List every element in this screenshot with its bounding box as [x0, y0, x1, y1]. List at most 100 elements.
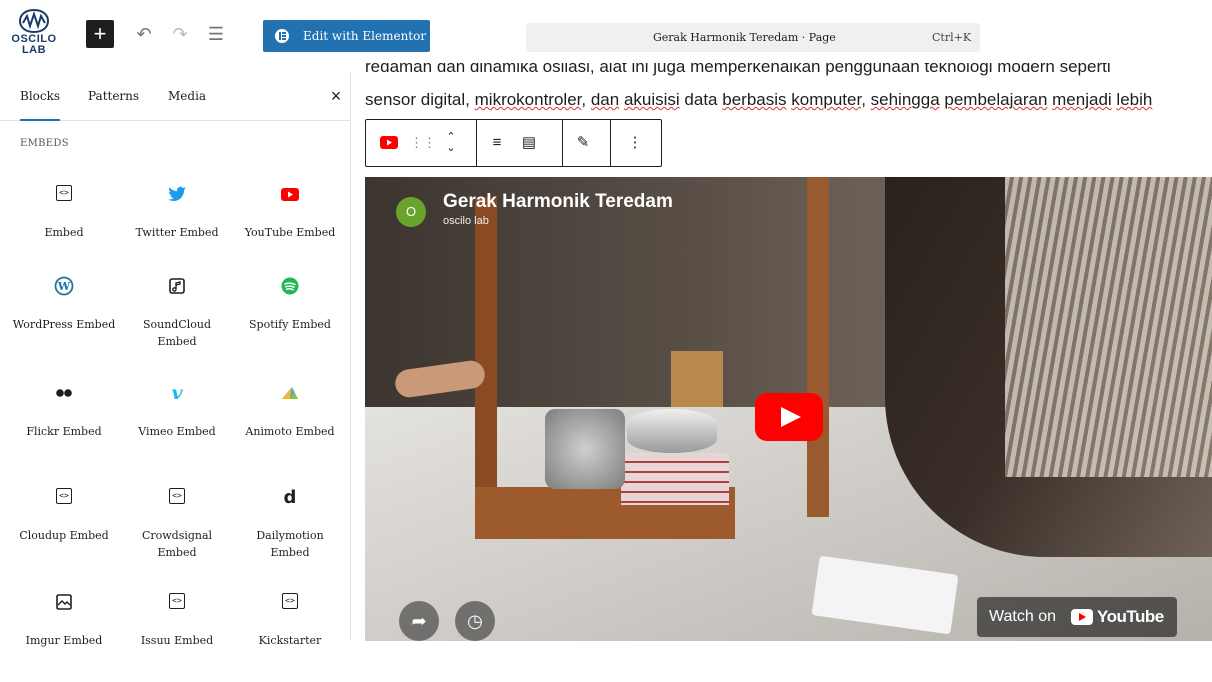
channel-avatar[interactable]: O — [396, 197, 426, 227]
command-shortcut: Ctrl+K — [932, 31, 972, 44]
add-block-button[interactable]: + — [86, 20, 114, 48]
video-frame-stand-right — [807, 177, 829, 517]
block-item-imgur-embed[interactable]: Imgur Embed — [12, 582, 116, 682]
video-channel-name[interactable]: oscilo lab — [443, 215, 489, 227]
caption-icon[interactable]: ▤ — [518, 132, 540, 154]
toolbar-divider — [610, 120, 611, 166]
svg-text:d: d — [284, 487, 297, 507]
list-view-icon[interactable]: ☰ — [204, 22, 228, 46]
move-up-down-icon[interactable]: ⌃ ⌄ — [440, 132, 462, 154]
block-item-label: Twitter Embed — [135, 226, 219, 239]
text-segment: data — [679, 90, 723, 109]
embed-icon: <> — [54, 184, 74, 204]
embed-icon: <> — [280, 592, 300, 612]
edit-with-elementor-button[interactable]: Edit with Elementor — [263, 20, 430, 52]
site-logo[interactable]: OSCILO LAB — [6, 8, 62, 68]
youtube-icon[interactable] — [378, 132, 400, 154]
tab-blocks[interactable]: Blocks — [20, 72, 61, 121]
watch-on-youtube-button[interactable]: Watch on YouTube — [977, 597, 1177, 637]
elementor-button-label: Edit with Elementor — [303, 29, 427, 43]
document-title: Gerak Harmonik Teredam · Page — [653, 31, 836, 44]
vimeo-icon: v — [167, 382, 187, 404]
wordpress-icon: W — [54, 276, 74, 296]
block-item-label: WordPress Embed — [12, 318, 116, 331]
spellcheck-word: dan — [590, 90, 620, 109]
video-title[interactable]: Gerak Harmonik Teredam — [443, 191, 673, 213]
undo-icon[interactable]: ↶ — [132, 22, 156, 46]
youtube-icon — [280, 184, 300, 204]
svg-text:W: W — [57, 280, 71, 293]
text-segment: , — [581, 90, 591, 109]
paragraph-line-1[interactable]: redaman dan dinamika osilasi, alat ini j… — [365, 63, 1111, 77]
block-item-flickr-embed[interactable]: Flickr Embed — [12, 373, 116, 473]
embed-icon: <> — [167, 487, 187, 507]
drag-handle-icon[interactable]: ⋮⋮ — [410, 132, 436, 154]
block-item-animoto-embed[interactable]: Animoto Embed — [238, 373, 342, 473]
block-item-label: Embed — [44, 226, 84, 239]
text-segment: sensor digital, — [365, 90, 475, 109]
section-title-embeds: EMBEDS — [20, 138, 69, 149]
spellcheck-word: akuisisi — [623, 90, 680, 109]
watch-on-label: Watch on — [989, 608, 1056, 625]
block-item-cloudup-embed[interactable]: <> Cloudup Embed — [12, 477, 116, 577]
video-frame-motor — [545, 409, 625, 489]
more-options-icon[interactable]: ⋮ — [624, 132, 646, 154]
block-item-youtube-embed[interactable]: YouTube Embed — [238, 174, 342, 274]
block-item-kickstarter-embed[interactable]: <> Kickstarter — [238, 582, 342, 682]
toolbar-divider — [562, 120, 563, 166]
block-item-label: Vimeo Embed — [138, 425, 216, 438]
toolbar-divider — [476, 120, 477, 166]
block-item-soundcloud-embed[interactable]: SoundCloud Embed — [125, 266, 229, 366]
animoto-icon — [280, 383, 300, 403]
block-item-label: YouTube Embed — [244, 226, 336, 239]
youtube-video-embed[interactable]: O Gerak Harmonik Teredam oscilo lab ➦ ◷ … — [365, 177, 1212, 641]
spotify-icon — [280, 276, 300, 296]
spellcheck-word: menjadi — [1052, 90, 1112, 109]
spellcheck-word: mikrokontroler — [474, 90, 582, 109]
close-inserter-button[interactable]: × — [326, 86, 346, 106]
block-item-issuu-embed[interactable]: <> Issuu Embed — [125, 582, 229, 682]
block-item-crowdsignal-embed[interactable]: <> Crowdsignal Embed — [125, 477, 229, 577]
block-item-label: Flickr Embed — [26, 425, 102, 438]
block-item-wordpress-embed[interactable]: W WordPress Embed — [12, 266, 116, 366]
embed-icon: <> — [167, 592, 187, 612]
redo-icon[interactable]: ↷ — [168, 22, 192, 46]
spellcheck-word: sehingga — [870, 90, 940, 109]
block-inserter-sidebar: Blocks Patterns Media × EMBEDS <> Embed … — [0, 72, 351, 647]
share-icon[interactable]: ➦ — [399, 601, 439, 641]
block-toolbar: ⋮⋮ ⌃ ⌄ ≡ ▤ ✎ ⋮ — [365, 119, 662, 167]
oscilo-logo-icon — [18, 8, 50, 34]
spellcheck-word: berbasis — [722, 90, 787, 109]
block-item-vimeo-embed[interactable]: v Vimeo Embed — [125, 373, 229, 473]
video-frame-books — [621, 453, 729, 505]
play-button[interactable] — [755, 393, 823, 441]
block-item-twitter-embed[interactable]: Twitter Embed — [125, 174, 229, 274]
editor-canvas: redaman dan dinamika osilasi, alat ini j… — [351, 60, 1212, 641]
spellcheck-word: lebih — [1116, 90, 1153, 109]
youtube-wordmark: YouTube — [1097, 607, 1164, 626]
block-item-dailymotion-embed[interactable]: d Dailymotion Embed — [238, 477, 342, 577]
edit-url-icon[interactable]: ✎ — [572, 132, 594, 154]
block-item-label: Spotify Embed — [249, 318, 331, 331]
logo-subtext: LAB — [21, 44, 47, 56]
imgur-icon — [54, 592, 74, 612]
tab-patterns[interactable]: Patterns — [88, 72, 139, 120]
align-icon[interactable]: ≡ — [486, 132, 508, 154]
svg-text:v: v — [171, 383, 183, 403]
video-frame-box — [671, 351, 723, 407]
youtube-logo-icon — [1071, 609, 1093, 625]
command-palette-bar[interactable]: Gerak Harmonik Teredam · Page Ctrl+K — [526, 23, 980, 52]
elementor-icon — [275, 29, 289, 43]
spellcheck-word: pembelajaran — [944, 90, 1048, 109]
flickr-icon — [54, 383, 74, 403]
block-item-label: SoundCloud Embed — [142, 318, 212, 348]
block-item-embed[interactable]: <> Embed — [12, 174, 116, 274]
video-frame-pan — [627, 409, 717, 453]
watch-later-icon[interactable]: ◷ — [455, 601, 495, 641]
soundcloud-icon — [167, 276, 187, 296]
twitter-icon — [167, 184, 187, 204]
paragraph-line-2[interactable]: sensor digital, mikrokontroler, dan akui… — [365, 90, 1152, 110]
tab-media[interactable]: Media — [168, 72, 206, 120]
block-item-spotify-embed[interactable]: Spotify Embed — [238, 266, 342, 366]
text-segment: , — [861, 90, 871, 109]
